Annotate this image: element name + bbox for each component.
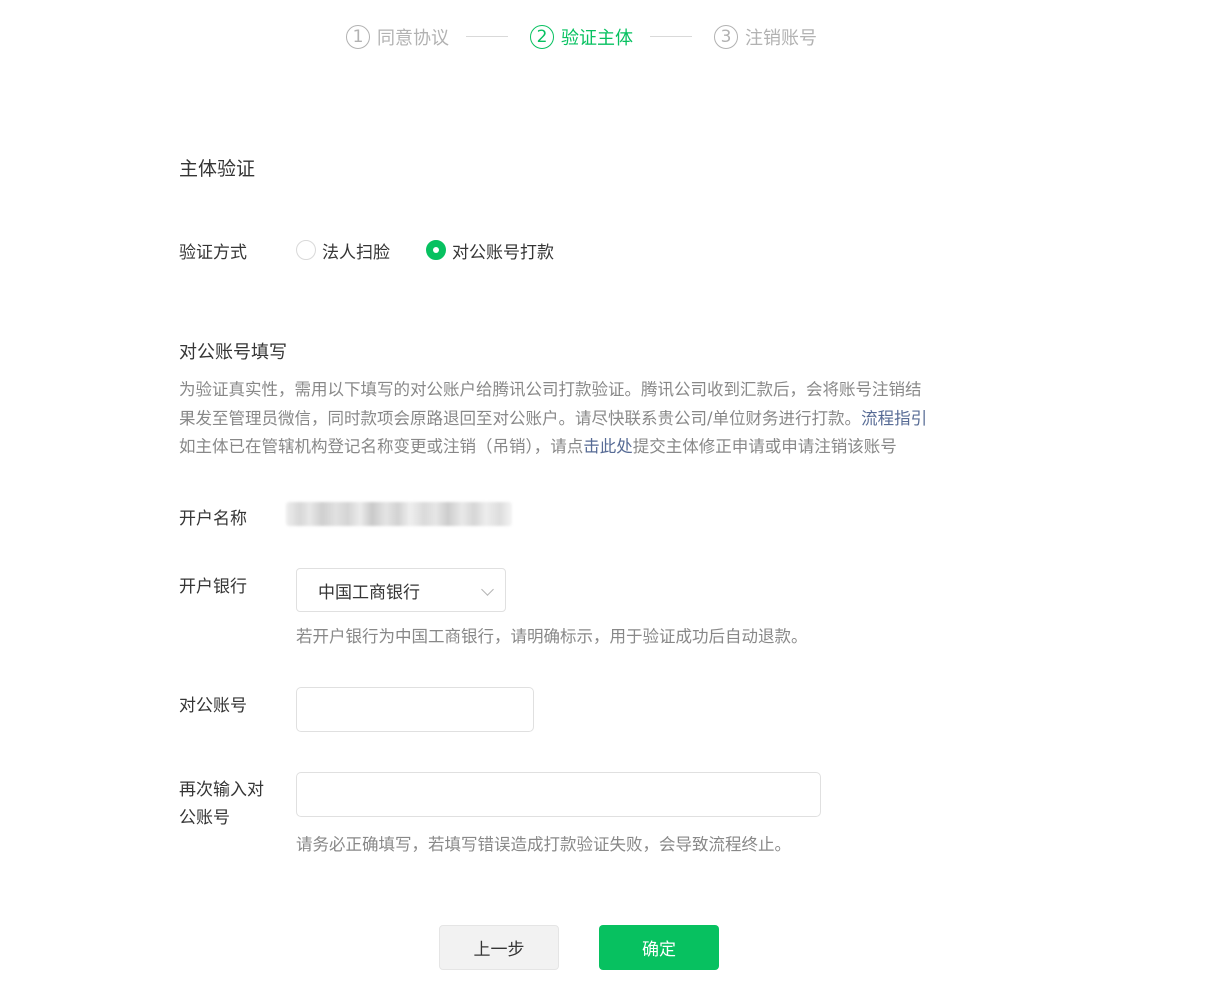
bank-select[interactable]: 中国工商银行	[296, 568, 506, 612]
account-section-title: 对公账号填写	[179, 342, 287, 363]
radio-label-face-scan: 法人扫脸	[322, 242, 390, 263]
account-name-label: 开户名称	[179, 509, 247, 529]
verify-method-label: 验证方式	[179, 243, 247, 263]
step-cancel: 3 注销账号	[714, 22, 817, 52]
progress-steps: 1 同意协议 2 验证主体 3 注销账号	[0, 22, 1220, 52]
radio-checked-icon[interactable]	[426, 240, 446, 260]
account-number-label: 对公账号	[179, 696, 247, 716]
section-title: 主体验证	[179, 158, 256, 180]
account-name-masked-value	[286, 502, 512, 526]
radio-corporate-transfer[interactable]: 对公账号打款	[426, 238, 554, 263]
step-number-2: 2	[530, 25, 554, 49]
bank-label: 开户银行	[179, 577, 247, 597]
step-number-3: 3	[714, 25, 738, 49]
step-agree: 1 同意协议	[346, 22, 449, 52]
step-number-1: 1	[346, 25, 370, 49]
repeat-account-label-line-2: 公账号	[179, 808, 230, 828]
radio-unchecked-icon[interactable]	[296, 240, 316, 260]
repeat-hint: 请务必正确填写，若填写错误造成打款验证失败，会导致流程终止。	[296, 835, 791, 854]
prev-step-button[interactable]: 上一步	[439, 925, 559, 970]
desc-line-2: 果发至管理员微信，同时款项会原路退回至对公账户。请尽快联系贵公司/单位财务进行打…	[179, 405, 979, 434]
verify-method-radio-group: 法人扫脸 对公账号打款	[296, 236, 590, 264]
process-guide-link[interactable]: 流程指引	[861, 409, 927, 428]
desc-line-2-text: 果发至管理员微信，同时款项会原路退回至对公账户。请尽快联系贵公司/单位财务进行打…	[179, 408, 862, 428]
desc-line-3-pre: 如主体已在管辖机构登记名称变更或注销（吊销），请点	[179, 437, 584, 456]
account-description: 为验证真实性，需用以下填写的对公账户给腾讯公司打款验证。腾讯公司收到汇款后，会将…	[179, 376, 979, 462]
repeat-account-input[interactable]	[296, 772, 821, 817]
bank-select-value: 中国工商银行	[318, 582, 420, 603]
desc-line-3: 如主体已在管辖机构登记名称变更或注销（吊销），请点击此处提交主体修正申请或申请注…	[179, 433, 979, 462]
radio-face-scan[interactable]: 法人扫脸	[296, 238, 390, 263]
click-here-link[interactable]: 击此处	[583, 437, 633, 456]
desc-line-3-post: 提交主体修正申请或申请注销该账号	[632, 437, 897, 456]
step-divider	[650, 36, 692, 37]
repeat-account-label: 再次输入对 公账号	[179, 776, 264, 832]
step-divider	[466, 36, 508, 37]
confirm-button[interactable]: 确定	[599, 925, 719, 970]
repeat-account-label-line-1: 再次输入对	[179, 780, 264, 800]
step-label-verify: 验证主体	[561, 28, 633, 49]
chevron-down-icon	[481, 583, 494, 596]
step-verify: 2 验证主体	[530, 22, 633, 52]
desc-line-1: 为验证真实性，需用以下填写的对公账户给腾讯公司打款验证。腾讯公司收到汇款后，会将…	[179, 380, 922, 399]
account-number-input[interactable]	[296, 687, 534, 732]
bank-hint: 若开户银行为中国工商银行，请明确标示，用于验证成功后自动退款。	[296, 627, 808, 646]
step-label-agree: 同意协议	[377, 28, 449, 49]
step-label-cancel: 注销账号	[745, 28, 817, 49]
radio-label-corporate-transfer: 对公账号打款	[452, 242, 554, 263]
